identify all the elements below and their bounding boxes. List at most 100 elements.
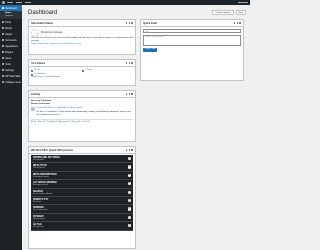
widget-header: WP Web SEO: Quick SEO preview [29, 147, 135, 154]
audit-sub: Search engines allowed [33, 192, 53, 195]
warning-icon: ! [127, 173, 131, 178]
toggle-panel-icon[interactable] [131, 149, 133, 151]
activity-widget: Activity Recently Published Recent Comme… [28, 90, 136, 142]
wordpress-logo-icon[interactable] [2, 1, 5, 4]
health-status-text: Should be improved [41, 31, 63, 35]
comment-item: From A WordPress Commenter on Hello worl… [31, 107, 133, 117]
admin-sidebar: Dashboard Home Updates Posts Media Pages… [0, 5, 22, 250]
check-icon: ✓ [127, 199, 131, 203]
audit-sub: No noindex pages [33, 209, 48, 212]
dashboard-icon [1, 6, 4, 10]
audit-sub: Sitemap found [33, 217, 45, 220]
glance-posts-link[interactable]: 1 Post [31, 69, 82, 72]
audit-row: ALT IMAGE MISSING All images have alt ✓ [31, 180, 133, 189]
settings-icon [1, 69, 4, 72]
toggle-panel-icon[interactable] [131, 62, 133, 64]
check-icon: ✓ [127, 224, 131, 228]
sidebar-item-label: WP Web SEO [5, 74, 21, 78]
move-up-icon[interactable] [125, 149, 128, 151]
sidebar-item-label: Dashboard [5, 6, 17, 10]
collapse-icon [1, 81, 4, 84]
save-draft-button[interactable]: Save Draft [143, 47, 158, 53]
glance-pages-link[interactable]: 1 Page [82, 69, 133, 72]
admin-bar-account[interactable] [238, 1, 248, 4]
toggle-panel-icon[interactable] [239, 22, 241, 24]
move-up-icon[interactable] [125, 93, 128, 95]
audit-list: PERMALINK SETTINGS Not optimized! META TI… [29, 154, 135, 232]
admin-bar-site-link[interactable] [7, 1, 13, 4]
comment-icon [1, 39, 4, 42]
move-down-icon[interactable] [128, 149, 131, 151]
audit-sub: All images have alt [33, 184, 49, 187]
sidebar-item-label: Users [5, 56, 12, 60]
audit-sub: File found [33, 200, 41, 203]
help-button[interactable]: Help [235, 10, 246, 15]
glance-pages-label: 1 Page [84, 69, 92, 71]
comment-filter-links[interactable]: All (1) | Mine (0) | Pending (0) | Appro… [31, 118, 133, 124]
widget-header: Activity [29, 91, 135, 98]
sidebar-item-label: Appearance [5, 44, 19, 48]
check-icon: ✓ [127, 165, 131, 169]
move-down-icon[interactable] [236, 22, 239, 24]
audit-row: SEARCH Search engines allowed ✓ [31, 188, 133, 197]
check-icon: ✓ [127, 182, 131, 186]
audit-row: ROBOTS.TXT File found ✓ [31, 196, 133, 206]
draft-content-textarea[interactable]: What's on your mind? [143, 34, 241, 46]
move-up-icon[interactable] [233, 22, 236, 24]
admin-bar-comments-link[interactable] [16, 1, 22, 4]
audit-row: SITEMAP Sitemap found ✓ [31, 213, 133, 223]
dashboard-submenu: Home Updates [0, 11, 22, 20]
widget-title: WP Web SEO: Quick SEO preview [31, 148, 73, 152]
plugin-icon [1, 51, 4, 54]
admin-bar-new-link[interactable] [25, 1, 31, 4]
widget-header: Site Health Status [29, 20, 135, 27]
glance-posts-label: 1 Post [33, 69, 40, 71]
move-down-icon[interactable] [128, 22, 131, 24]
media-icon [1, 27, 4, 30]
sidebar-collapse-menu[interactable]: Collapse menu [0, 79, 22, 85]
site-health-link[interactable]: Take a look at the 5 items on the Site H… [31, 43, 133, 46]
widget-title: Site Health Status [31, 21, 54, 25]
sidebar-item-label: Tools [5, 62, 11, 66]
widget-title: At a Glance [31, 61, 46, 65]
sidebar-item-label: Collapse menu [5, 80, 22, 84]
move-down-icon[interactable] [128, 93, 131, 95]
sidebar-item-label: Media [5, 26, 12, 30]
sidebar-item-label: Pages [5, 32, 12, 36]
audit-row: META DESCRIPTION Description missing! [31, 171, 133, 181]
quick-draft-widget: Quick Draft Title What's on your mind? S… [140, 19, 244, 81]
recent-comments-heading: Recent Comments [31, 103, 51, 106]
check-icon: ✓ [127, 207, 131, 211]
move-up-icon[interactable] [125, 22, 128, 24]
draft-title-input[interactable]: Title [143, 29, 241, 33]
audit-row: META TITLE Title tag found ✓ [31, 163, 133, 172]
audit-sub: Title tag found [33, 167, 45, 170]
move-up-icon[interactable] [125, 62, 128, 64]
sidebar-item-label: Posts [5, 20, 12, 24]
main-content: Dashboard Screen Options Help Site Healt… [22, 5, 250, 250]
seo-icon [1, 75, 4, 78]
audit-sub: Description missing [33, 175, 49, 178]
pin-icon [31, 69, 33, 72]
widget-title: Activity [31, 92, 41, 96]
toggle-panel-icon[interactable] [131, 93, 133, 95]
widget-header: Quick Draft [141, 20, 243, 27]
audit-sub: Not optimized [33, 158, 44, 161]
sidebar-item-label: Plugins [5, 50, 14, 54]
warning-icon: ! [127, 157, 131, 161]
site-health-widget: Site Health Status Should be improved Yo… [28, 19, 136, 55]
move-down-icon[interactable] [128, 62, 131, 64]
comment-excerpt: Hi, this is a comment. To get started wi… [36, 110, 131, 116]
brush-icon [1, 45, 4, 48]
at-a-glance-widget: At a Glance 1 Post 1 Page 1 Comment Word… [28, 59, 136, 86]
submenu-updates[interactable]: Updates [0, 15, 22, 19]
page-icon [1, 33, 4, 36]
sidebar-item-label: Settings [5, 68, 14, 72]
audit-sub: H1 tag found [33, 226, 44, 229]
health-progress-circle [31, 29, 39, 37]
toggle-panel-icon[interactable] [131, 22, 133, 24]
screen-options-button[interactable]: Screen Options [212, 10, 234, 15]
glance-footer: WordPress 6.x running theme. [31, 76, 61, 79]
widget-title: Quick Draft [143, 21, 157, 25]
user-icon [1, 57, 4, 60]
